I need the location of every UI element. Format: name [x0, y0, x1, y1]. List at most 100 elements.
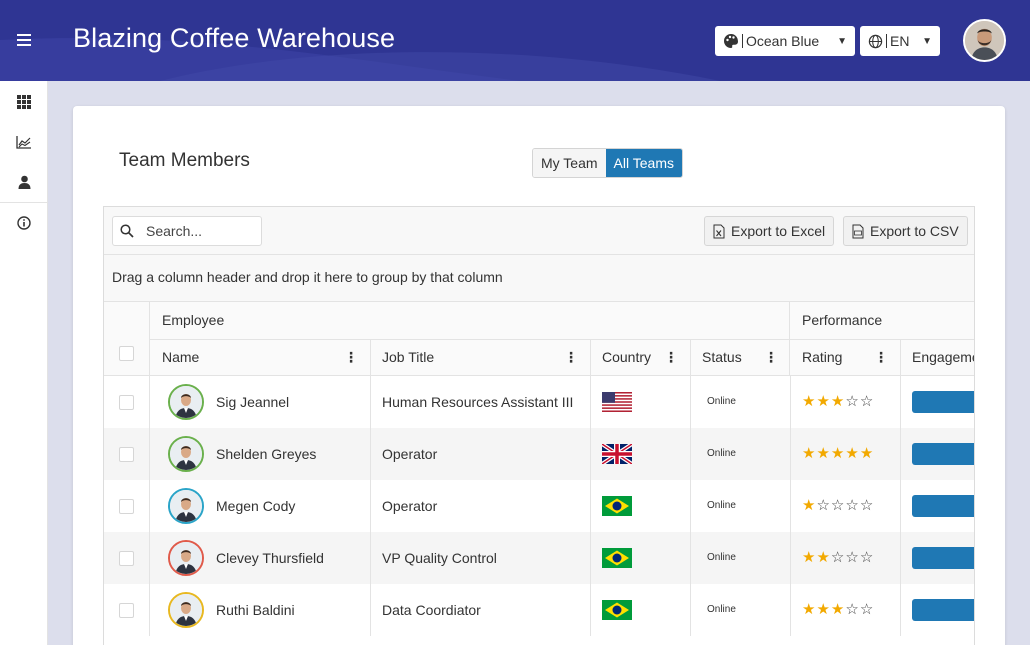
- row-checkbox[interactable]: [119, 551, 134, 566]
- group-by-panel[interactable]: Drag a column header and drop it here to…: [104, 255, 974, 302]
- table-row[interactable]: Clevey Thursfield VP Quality Control Onlin…: [104, 532, 974, 584]
- user-icon[interactable]: [14, 172, 34, 192]
- user-avatar[interactable]: [963, 19, 1006, 62]
- star-empty-icon[interactable]: ☆: [860, 549, 874, 566]
- star-filled-icon[interactable]: ★: [831, 393, 845, 410]
- divider: [149, 584, 150, 636]
- divider: [900, 532, 901, 584]
- star-empty-icon[interactable]: ☆: [860, 497, 874, 514]
- star-empty-icon[interactable]: ☆: [831, 497, 845, 514]
- column-header-status[interactable]: Status ⋮: [690, 339, 790, 376]
- menu-icon[interactable]: [14, 31, 34, 49]
- star-filled-icon[interactable]: ★: [802, 497, 816, 514]
- table-row[interactable]: Megen Cody Operator Online ★☆☆☆☆: [104, 480, 974, 532]
- divider: [790, 480, 791, 532]
- job-title: Operator: [382, 446, 438, 462]
- apps-grid-icon[interactable]: [14, 92, 34, 112]
- row-checkbox[interactable]: [119, 499, 134, 514]
- column-name-label: Name: [162, 349, 200, 365]
- column-job-title-label: Job Title: [382, 349, 435, 365]
- column-group-performance[interactable]: Performance: [790, 302, 974, 339]
- job-title: Operator: [382, 498, 438, 514]
- team-toggle: My Team All Teams: [532, 148, 683, 178]
- star-empty-icon[interactable]: ☆: [816, 497, 830, 514]
- caret-down-icon: ▼: [837, 35, 847, 47]
- search-box[interactable]: [112, 216, 262, 246]
- employee-avatar: [168, 436, 204, 472]
- rating-stars[interactable]: ★★☆☆☆: [802, 532, 874, 584]
- column-header-engagement[interactable]: Engageme: [900, 339, 975, 376]
- star-empty-icon[interactable]: ☆: [845, 549, 859, 566]
- rating-stars[interactable]: ★★★☆☆: [802, 584, 874, 636]
- star-filled-icon[interactable]: ★: [831, 445, 845, 462]
- column-menu-icon[interactable]: ⋮: [344, 339, 358, 376]
- column-group-employee[interactable]: Employee: [150, 302, 790, 339]
- column-header-country[interactable]: Country ⋮: [590, 339, 690, 376]
- star-empty-icon[interactable]: ☆: [860, 393, 874, 410]
- star-empty-icon[interactable]: ☆: [845, 497, 859, 514]
- all-teams-button[interactable]: All Teams: [605, 149, 682, 177]
- column-header-name[interactable]: Name ⋮: [150, 339, 370, 376]
- table-row[interactable]: Sig Jeannel Human Resources Assistant III…: [104, 376, 974, 428]
- star-filled-icon[interactable]: ★: [845, 445, 859, 462]
- job-title: VP Quality Control: [382, 550, 497, 566]
- star-empty-icon[interactable]: ☆: [845, 393, 859, 410]
- column-country-label: Country: [602, 349, 652, 365]
- star-empty-icon[interactable]: ☆: [845, 601, 859, 618]
- csv-file-icon: [852, 224, 864, 238]
- employee-avatar: [168, 540, 204, 576]
- divider: [886, 34, 887, 48]
- search-input[interactable]: [146, 223, 256, 239]
- column-menu-icon[interactable]: ⋮: [874, 339, 888, 376]
- divider: [370, 376, 371, 428]
- divider: [690, 584, 691, 636]
- star-empty-icon[interactable]: ☆: [860, 601, 874, 618]
- star-filled-icon[interactable]: ★: [816, 393, 830, 410]
- divider: [370, 584, 371, 636]
- star-filled-icon[interactable]: ★: [816, 445, 830, 462]
- palette-icon: [724, 34, 738, 48]
- rating-stars[interactable]: ★★★★★: [802, 428, 874, 480]
- status-text: Online: [707, 604, 736, 615]
- star-filled-icon[interactable]: ★: [802, 601, 816, 618]
- star-filled-icon[interactable]: ★: [802, 393, 816, 410]
- divider: [149, 480, 150, 532]
- row-checkbox[interactable]: [119, 395, 134, 410]
- language-dropdown[interactable]: EN ▼: [860, 26, 940, 56]
- column-engagement-label: Engageme: [912, 349, 975, 365]
- flag-br-icon: [602, 496, 632, 516]
- my-team-button[interactable]: My Team: [533, 149, 606, 177]
- theme-label: Ocean Blue: [746, 33, 820, 49]
- rating-stars[interactable]: ★☆☆☆☆: [802, 480, 874, 532]
- star-filled-icon[interactable]: ★: [816, 549, 830, 566]
- table-row[interactable]: Ruthi Baldini Data Coordiator Online ★★★☆☆: [104, 584, 974, 636]
- export-csv-button[interactable]: Export to CSV: [843, 216, 968, 246]
- star-filled-icon[interactable]: ★: [860, 445, 874, 462]
- theme-dropdown[interactable]: Ocean Blue ▼: [715, 26, 855, 56]
- employee-avatar: [168, 488, 204, 524]
- row-checkbox[interactable]: [119, 447, 134, 462]
- flag-us-icon: [602, 392, 632, 412]
- column-menu-icon[interactable]: ⋮: [664, 339, 678, 376]
- flag-gb-icon: [602, 444, 632, 464]
- export-excel-button[interactable]: Export to Excel: [704, 216, 835, 246]
- star-empty-icon[interactable]: ☆: [831, 549, 845, 566]
- star-filled-icon[interactable]: ★: [831, 601, 845, 618]
- column-menu-icon[interactable]: ⋮: [764, 339, 778, 376]
- info-icon[interactable]: [14, 213, 34, 233]
- chart-icon[interactable]: [14, 132, 34, 152]
- rating-stars[interactable]: ★★★☆☆: [802, 376, 874, 428]
- table-row[interactable]: Shelden Greyes Operator Online ★★★★★: [104, 428, 974, 480]
- column-menu-icon[interactable]: ⋮: [564, 339, 578, 376]
- column-header-rating[interactable]: Rating ⋮: [790, 339, 900, 376]
- engagement-bar: [912, 495, 974, 517]
- star-filled-icon[interactable]: ★: [802, 445, 816, 462]
- column-header-job-title[interactable]: Job Title ⋮: [370, 339, 590, 376]
- status-text: Online: [707, 448, 736, 459]
- search-icon: [120, 224, 134, 238]
- star-filled-icon[interactable]: ★: [802, 549, 816, 566]
- row-checkbox[interactable]: [119, 603, 134, 618]
- star-filled-icon[interactable]: ★: [816, 601, 830, 618]
- select-all-checkbox[interactable]: [119, 346, 134, 361]
- divider: [742, 34, 743, 48]
